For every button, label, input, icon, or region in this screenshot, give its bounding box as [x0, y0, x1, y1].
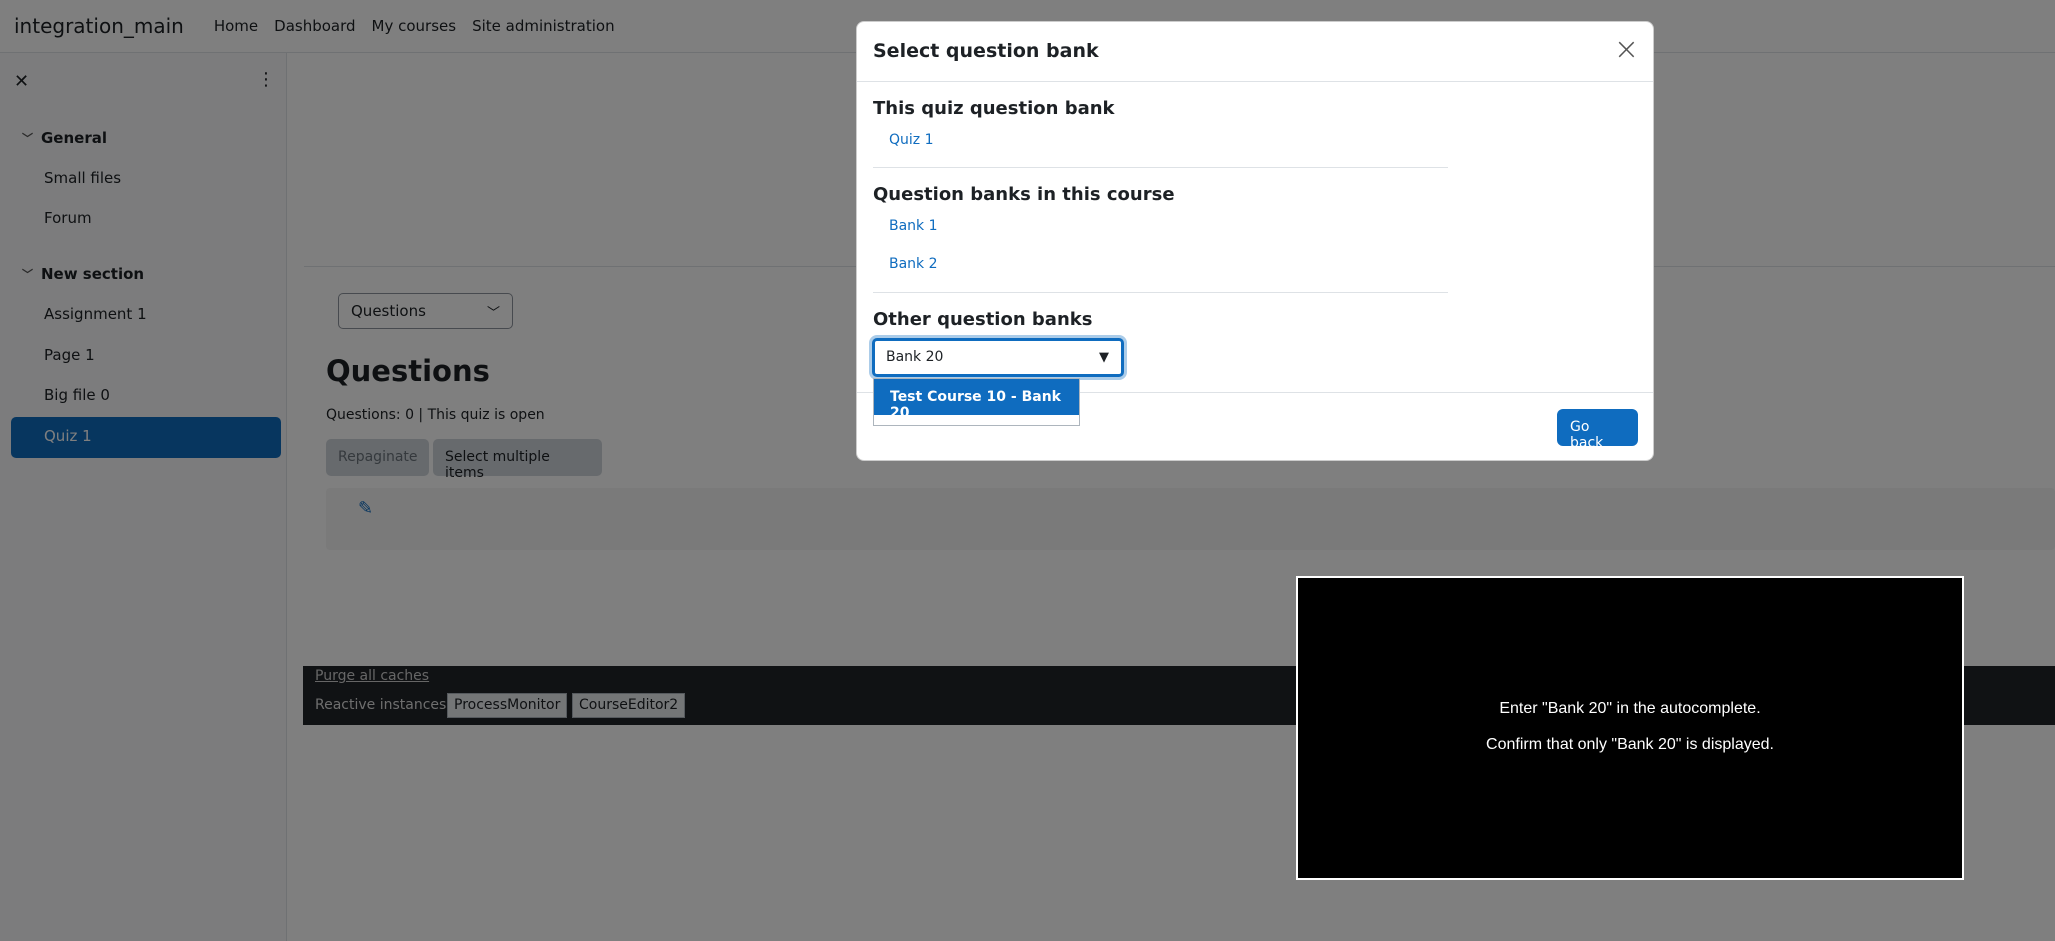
instruction-line-1: Enter "Bank 20" in the autocomplete.: [1499, 700, 1761, 717]
bank-autocomplete-input[interactable]: Bank 20 ▼: [872, 338, 1124, 377]
suggestion-item[interactable]: Test Course 10 - Bank 20: [874, 379, 1079, 421]
bank-link-1[interactable]: Bank 1: [889, 218, 938, 234]
modal-header: Select question bank ×: [857, 22, 1653, 82]
modal-title: Select question bank: [873, 40, 1099, 62]
instruction-line-2: Confirm that only "Bank 20" is displayed…: [1486, 736, 1774, 753]
course-banks-heading: Question banks in this course: [873, 184, 1175, 205]
autocomplete-value: Bank 20: [886, 349, 944, 365]
quiz-bank-link[interactable]: Quiz 1: [889, 132, 934, 148]
instruction-overlay: Enter "Bank 20" in the autocomplete. Con…: [1296, 576, 1964, 880]
divider: [873, 167, 1448, 168]
divider: [873, 292, 1448, 293]
quiz-bank-heading: This quiz question bank: [873, 98, 1115, 119]
dropdown-arrow-icon[interactable]: ▼: [1099, 350, 1109, 365]
select-question-bank-modal: Select question bank × This quiz questio…: [856, 21, 1654, 461]
autocomplete-suggestions: Test Course 10 - Bank 20: [873, 378, 1080, 426]
bank-link-2[interactable]: Bank 2: [889, 256, 938, 272]
go-back-button[interactable]: Go back: [1557, 409, 1638, 451]
close-icon[interactable]: ×: [1614, 32, 1639, 67]
other-banks-heading: Other question banks: [873, 309, 1093, 330]
